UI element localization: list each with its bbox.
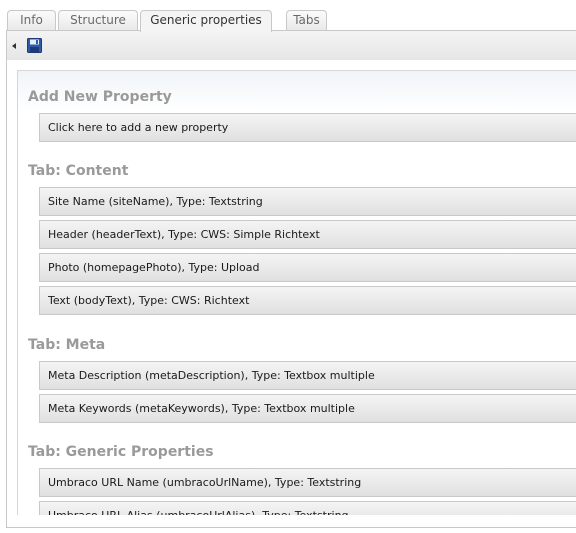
tab-bar: Info Structure Tabs Generic properties — [0, 0, 576, 32]
property-row[interactable]: Umbraco URL Name (umbracoUrlName), Type:… — [39, 468, 576, 497]
property-row[interactable]: Text (bodyText), Type: CWS: Richtext — [39, 286, 576, 315]
add-property-title: Add New Property — [28, 89, 172, 105]
property-row[interactable]: Site Name (siteName), Type: Textstring — [39, 187, 576, 216]
add-property-row[interactable]: Click here to add a new property — [39, 113, 576, 142]
property-row[interactable]: Umbraco URL Alias (umbracoUrlAlias), Typ… — [39, 501, 576, 515]
arrow-left-icon[interactable] — [12, 43, 16, 49]
property-row[interactable]: Header (headerText), Type: CWS: Simple R… — [39, 220, 576, 249]
save-button[interactable] — [27, 38, 42, 53]
tab-generic-properties[interactable]: Generic properties — [140, 10, 272, 32]
toolbar — [6, 31, 576, 60]
tab-structure[interactable]: Structure — [58, 10, 138, 30]
group-title-generic-properties: Tab: Generic Properties — [28, 444, 214, 460]
property-row[interactable]: Photo (homepagePhoto), Type: Upload — [39, 253, 576, 282]
group-title-meta: Tab: Meta — [28, 337, 106, 353]
tab-tabs[interactable]: Tabs — [286, 10, 327, 30]
property-row[interactable]: Meta Keywords (metaKeywords), Type: Text… — [39, 394, 576, 423]
floppy-disk-icon — [27, 38, 42, 53]
properties-panel: Add New Property Click here to add a new… — [17, 70, 576, 515]
group-title-content: Tab: Content — [28, 163, 129, 179]
property-row[interactable]: Meta Description (metaDescription), Type… — [39, 361, 576, 390]
tab-info[interactable]: Info — [7, 10, 56, 30]
